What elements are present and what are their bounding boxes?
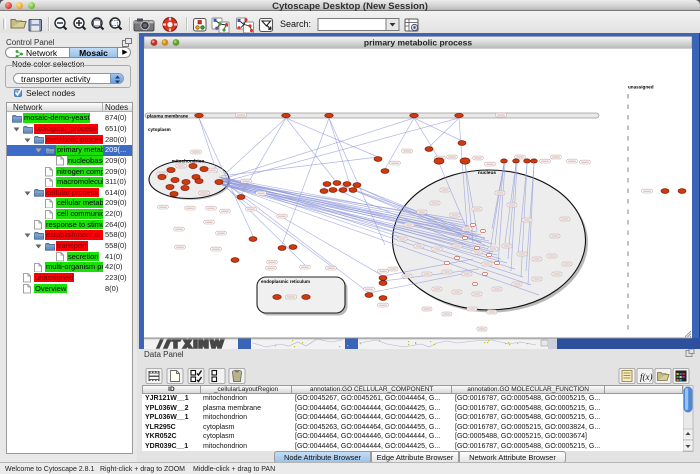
svg-text:unassigned: unassigned — [628, 85, 654, 90]
svg-text:primary metabolic process: primary metabolic process — [364, 38, 472, 48]
svg-text:f(x): f(x) — [640, 372, 653, 382]
svg-text:cytoplasm: cytoplasm — [148, 127, 171, 132]
svg-text:nucleus: nucleus — [478, 170, 496, 176]
svg-text:Search:: Search: — [280, 19, 311, 29]
svg-text:mitochondrion: mitochondrion — [172, 159, 205, 164]
svg-text:endoplasmic reticulum: endoplasmic reticulum — [261, 279, 310, 284]
svg-text:plasma membrane: plasma membrane — [147, 113, 189, 118]
